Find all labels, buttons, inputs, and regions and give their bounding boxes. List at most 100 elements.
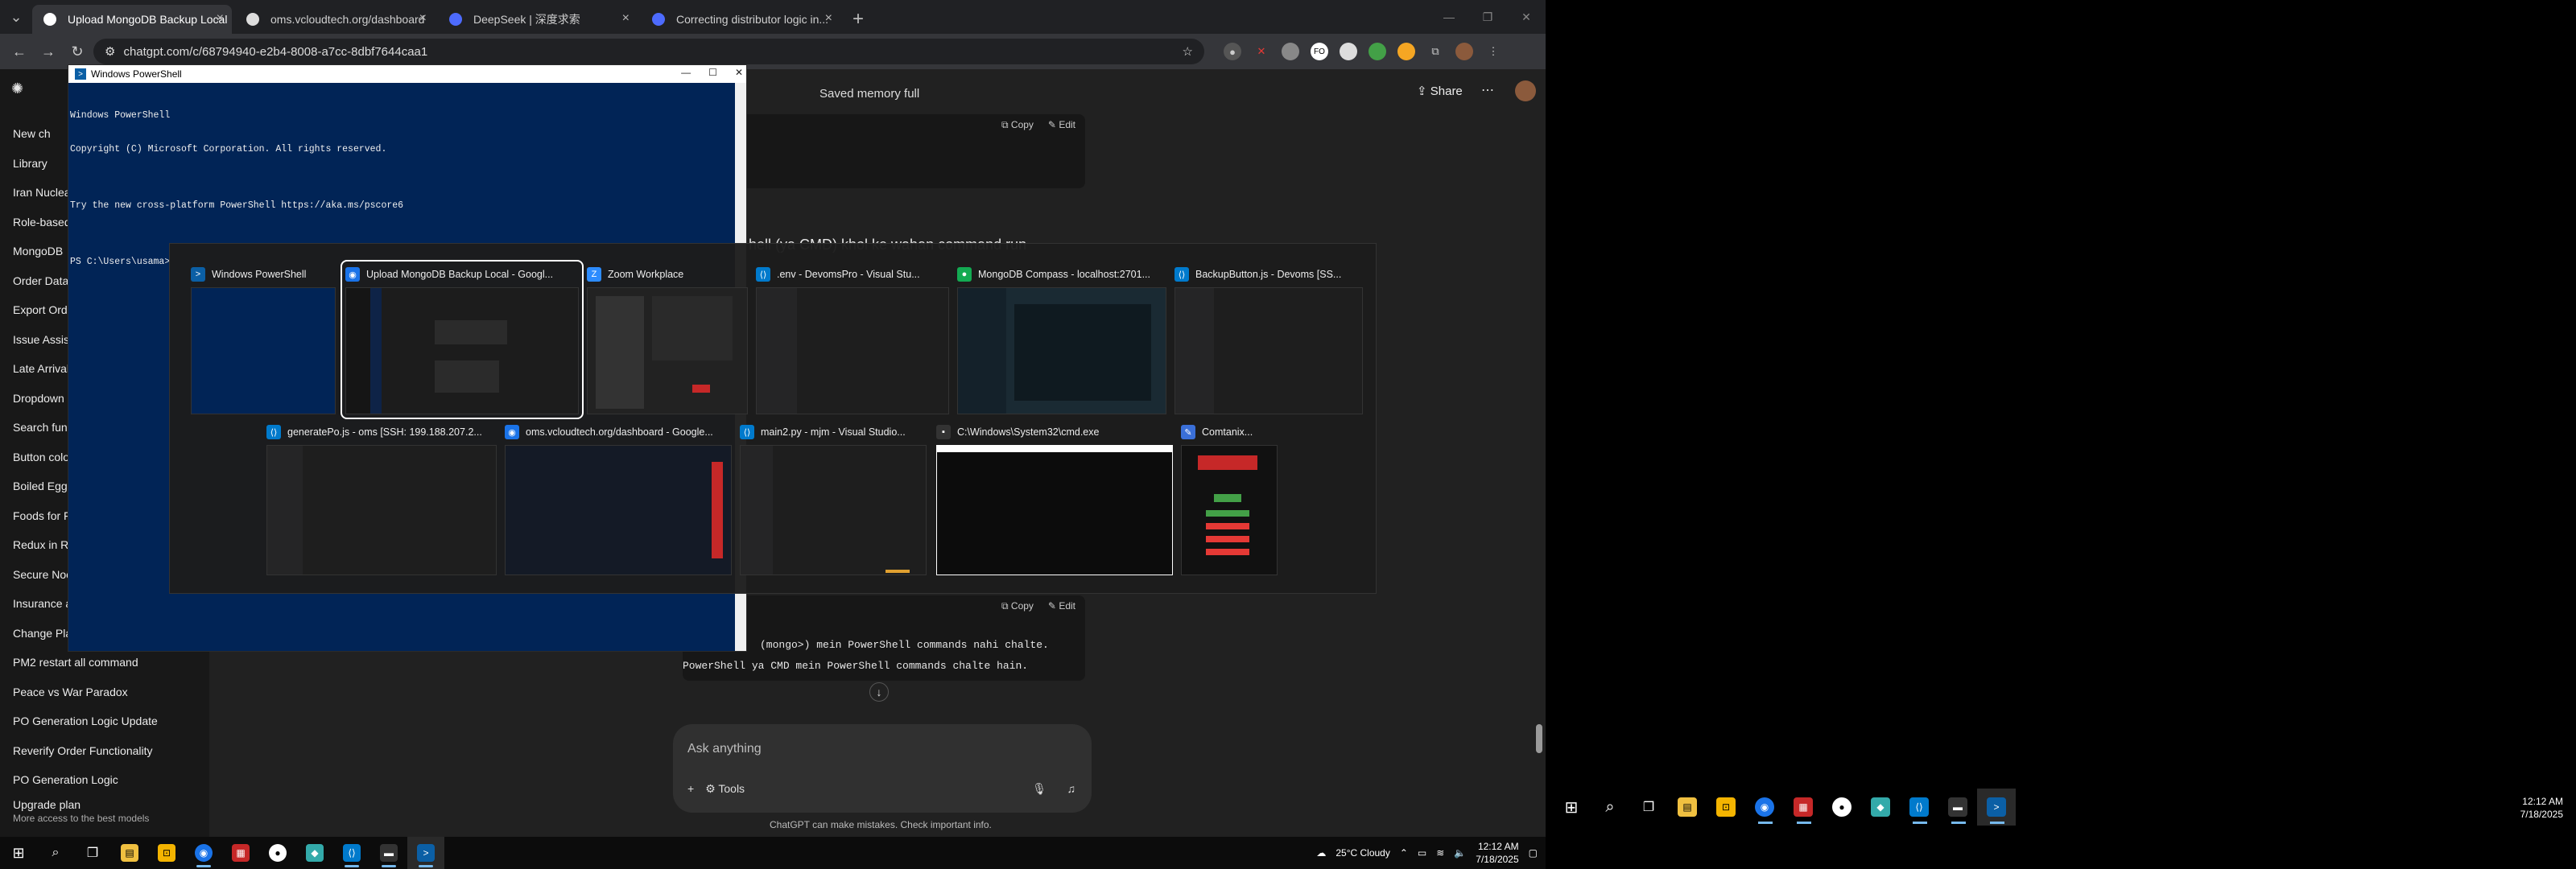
- edit-button[interactable]: ✎ Edit: [1048, 119, 1075, 131]
- sidebar-item[interactable]: PO Generation Logic Update: [13, 706, 206, 736]
- green-extension-icon[interactable]: [1368, 43, 1386, 60]
- memory-status[interactable]: Saved memory full: [819, 87, 919, 101]
- address-bar[interactable]: ⚙ chatgpt.com/c/68794940-e2b4-8008-a7cc-…: [93, 39, 1204, 64]
- tab-search-icon[interactable]: ⌄: [0, 0, 32, 34]
- switcher-window-vscode-env[interactable]: ⟨⟩ .env - DevomsPro - Visual Stu...: [756, 265, 949, 414]
- scroll-down-icon[interactable]: ↓: [869, 682, 889, 702]
- add-icon[interactable]: +: [687, 782, 694, 796]
- compass-icon[interactable]: ●: [259, 837, 296, 869]
- powershell-icon[interactable]: >: [1977, 789, 2016, 826]
- terminal-icon[interactable]: ▬: [1938, 789, 1977, 826]
- powershell-titlebar[interactable]: > Windows PowerShell — ☐ ✕: [68, 65, 746, 83]
- chevron-up-icon[interactable]: ⌃: [1400, 847, 1408, 859]
- tab-oms-dashboard[interactable]: oms.vcloudtech.org/dashboard ×: [235, 5, 435, 34]
- close-window-icon[interactable]: ✕: [1507, 0, 1546, 34]
- red-x-extension-icon[interactable]: ✕: [1253, 43, 1270, 60]
- share-button[interactable]: ⇪ Share: [1417, 84, 1463, 98]
- task-view-icon[interactable]: ❐: [1629, 789, 1668, 826]
- copy-button[interactable]: ⧉ Copy: [1001, 600, 1034, 612]
- switcher-window-mongodb-compass[interactable]: ● MongoDB Compass - localhost:2701...: [957, 265, 1166, 414]
- minimize-icon[interactable]: —: [681, 67, 691, 78]
- app-red-icon[interactable]: ▦: [222, 837, 259, 869]
- voice-mode-icon[interactable]: ♫: [1067, 782, 1076, 795]
- switcher-window-vscode-main2[interactable]: ⟨⟩ main2.py - mjm - Visual Studio...: [740, 422, 927, 575]
- app-cyan-icon[interactable]: ◆: [296, 837, 333, 869]
- openai-logo-icon[interactable]: ✺: [11, 80, 23, 97]
- chat-composer[interactable]: Ask anything + ⚙ Tools 🎙 ♫: [673, 724, 1092, 813]
- forward-icon[interactable]: →: [35, 43, 61, 60]
- compass-icon[interactable]: ●: [1823, 789, 1861, 826]
- sidebar-item[interactable]: Peace vs War Paradox: [13, 677, 206, 707]
- switcher-window-chrome-chatgpt[interactable]: ◉ Upload MongoDB Backup Local - Googl...: [341, 260, 584, 419]
- vscode-icon[interactable]: ⟨⟩: [1900, 789, 1938, 826]
- switcher-window-cmd[interactable]: ▪ C:\Windows\System32\cmd.exe: [936, 422, 1173, 575]
- site-info-icon[interactable]: ⚙: [105, 44, 115, 59]
- profile-icon[interactable]: [1455, 43, 1473, 60]
- close-icon[interactable]: ×: [622, 11, 630, 26]
- orange-extension-icon[interactable]: [1397, 43, 1415, 60]
- app-cyan-icon[interactable]: ◆: [1861, 789, 1900, 826]
- maximize-icon[interactable]: ❐: [1468, 0, 1507, 34]
- clock[interactable]: 12:12 AM 7/18/2025: [2520, 795, 2563, 821]
- window-thumbnail: [957, 287, 1166, 414]
- incognito-extension-icon[interactable]: ●: [1224, 43, 1241, 60]
- switcher-window-powershell[interactable]: > Windows PowerShell: [191, 265, 336, 414]
- tab-correcting-distributor[interactable]: Correcting distributor logic in... ×: [641, 5, 840, 34]
- edit-button[interactable]: ✎ Edit: [1048, 600, 1075, 612]
- switcher-window-vscode-generatepo[interactable]: ⟨⟩ generatePo.js - oms [SSH: 199.188.207.…: [266, 422, 497, 575]
- sidebar-item[interactable]: Reverify Order Functionality: [13, 736, 206, 766]
- vscode-icon[interactable]: ⟨⟩: [333, 837, 370, 869]
- store-icon[interactable]: ⊡: [1707, 789, 1745, 826]
- microphone-icon[interactable]: 🎙: [1032, 782, 1046, 796]
- tools-button[interactable]: ⚙ Tools: [705, 782, 745, 796]
- switcher-window-comtanix[interactable]: ✎ Comtanix...: [1181, 422, 1278, 575]
- sidebar-item[interactable]: PO Generation Logic: [13, 765, 206, 795]
- task-view-icon[interactable]: ❐: [74, 837, 111, 869]
- powershell-icon[interactable]: >: [407, 837, 444, 869]
- puzzle-extension-icon[interactable]: ⧉: [1426, 43, 1444, 60]
- avatar[interactable]: [1515, 80, 1536, 101]
- bookmark-star-icon[interactable]: ☆: [1183, 44, 1193, 59]
- back-icon[interactable]: ←: [6, 43, 32, 60]
- wifi-icon[interactable]: ≋: [1436, 847, 1444, 859]
- app-red-icon[interactable]: ▦: [1784, 789, 1823, 826]
- terminal-icon[interactable]: ▬: [370, 837, 407, 869]
- close-icon[interactable]: ×: [825, 11, 832, 26]
- close-icon[interactable]: ×: [419, 11, 427, 26]
- search-icon[interactable]: ⌕: [37, 837, 74, 869]
- notification-icon[interactable]: ▢: [1529, 847, 1538, 859]
- page-scrollbar[interactable]: [1536, 724, 1542, 753]
- volume-icon[interactable]: 🔈: [1454, 847, 1466, 859]
- more-options-icon[interactable]: ⋯: [1481, 82, 1494, 98]
- switcher-window-chrome-oms[interactable]: ◉ oms.vcloudtech.org/dashboard - Google..…: [505, 422, 732, 575]
- close-icon[interactable]: ✕: [735, 67, 743, 78]
- file-explorer-icon[interactable]: ▤: [111, 837, 148, 869]
- close-icon[interactable]: ×: [217, 11, 224, 26]
- store-icon[interactable]: ⊡: [148, 837, 185, 869]
- tab-upload-mongodb[interactable]: Upload MongoDB Backup Local ×: [32, 5, 232, 34]
- weather-text[interactable]: 25°C Cloudy: [1335, 847, 1390, 859]
- file-explorer-icon[interactable]: ▤: [1668, 789, 1707, 826]
- tab-deepseek[interactable]: DeepSeek | 深度求索 ×: [438, 5, 638, 34]
- clock[interactable]: 12:12 AM 7/18/2025: [1476, 840, 1518, 866]
- maximize-icon[interactable]: ☐: [708, 67, 717, 78]
- start-button[interactable]: ⊞: [0, 837, 37, 869]
- search-icon[interactable]: ⌕: [1591, 789, 1629, 826]
- switcher-window-zoom[interactable]: Z Zoom Workplace: [587, 265, 748, 414]
- weather-icon[interactable]: ☁: [1316, 847, 1326, 859]
- menu-dots-icon[interactable]: ⋮: [1484, 43, 1502, 60]
- upgrade-plan-button[interactable]: Upgrade plan More access to the best mod…: [13, 798, 149, 824]
- chrome-icon[interactable]: ◉: [185, 837, 222, 869]
- edge-extension-icon[interactable]: [1340, 43, 1357, 60]
- reload-icon[interactable]: ↻: [64, 43, 90, 60]
- copy-button[interactable]: ⧉ Copy: [1001, 119, 1034, 131]
- chrome-icon[interactable]: ◉: [1745, 789, 1784, 826]
- switcher-window-vscode-backupbutton[interactable]: ⟨⟩ BackupButton.js - Devoms [SS...: [1174, 265, 1363, 414]
- minimize-icon[interactable]: —: [1430, 0, 1468, 34]
- start-button[interactable]: ⊞: [1552, 789, 1591, 826]
- network-icon[interactable]: ▭: [1418, 847, 1426, 859]
- sidebar-item[interactable]: PM2 restart all command: [13, 648, 206, 677]
- circle-extension-icon[interactable]: [1282, 43, 1299, 60]
- new-tab-button[interactable]: +: [844, 5, 873, 34]
- fo-extension-icon[interactable]: FO: [1311, 43, 1328, 60]
